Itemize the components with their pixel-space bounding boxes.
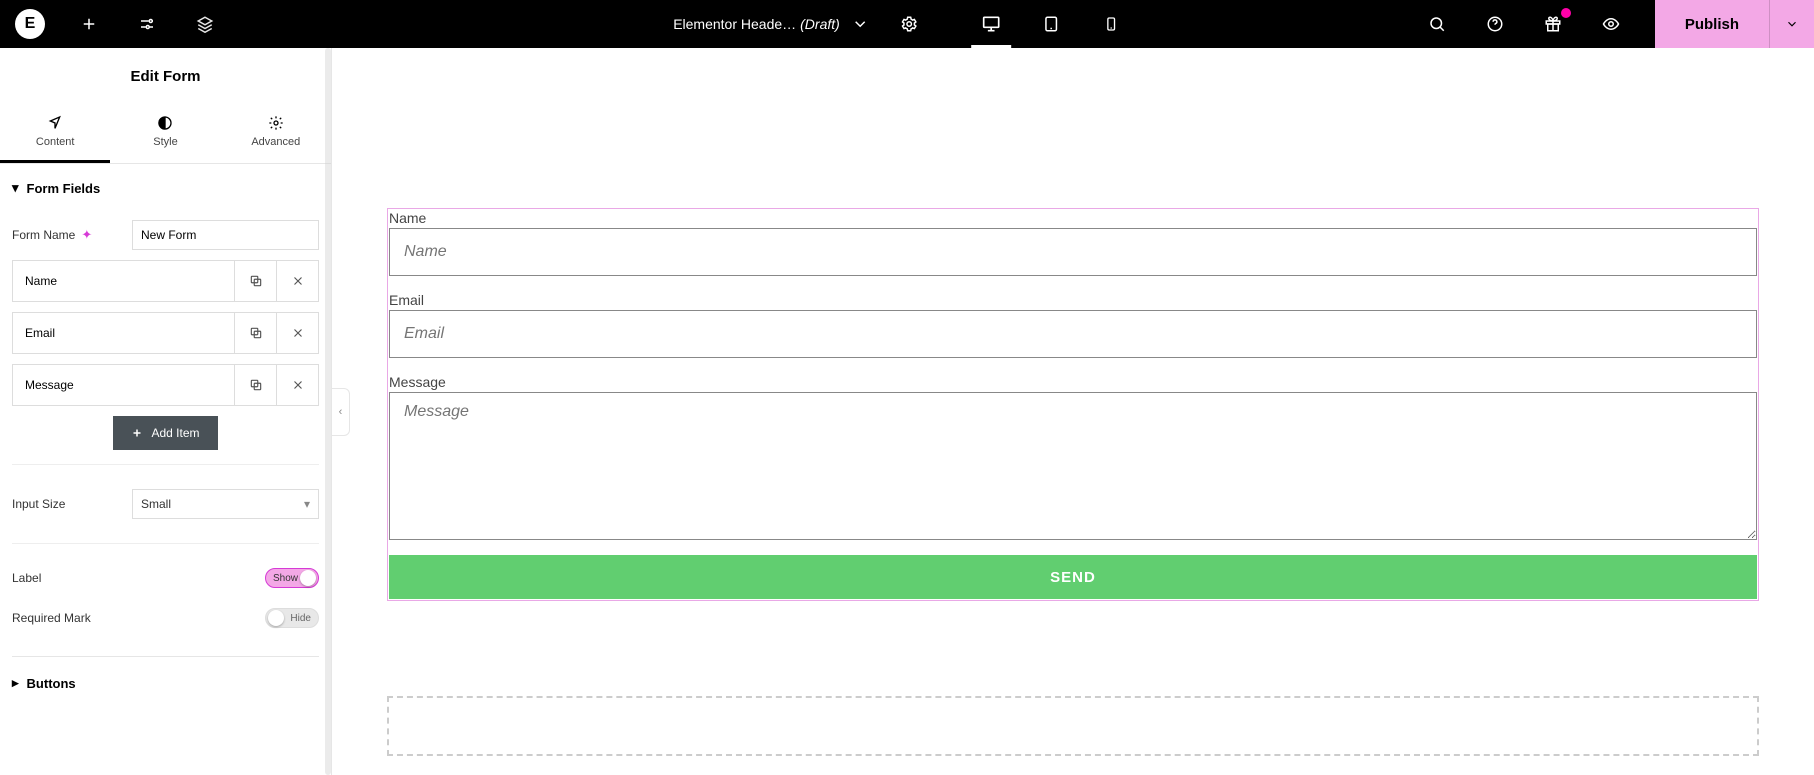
field-item-label: Email xyxy=(13,326,234,340)
close-icon[interactable] xyxy=(276,261,318,301)
tab-label: Content xyxy=(36,136,75,148)
section-buttons[interactable]: ▸Buttons xyxy=(12,656,319,709)
publish-button[interactable]: Publish xyxy=(1655,0,1769,48)
section-label: Buttons xyxy=(27,676,76,691)
elementor-logo[interactable]: E xyxy=(15,9,45,39)
field-label-email: Email xyxy=(389,292,1757,308)
preview-icon[interactable] xyxy=(1599,12,1623,36)
select-value: Small xyxy=(141,497,171,511)
field-label-name: Name xyxy=(389,210,1757,226)
collapse-sidebar-button[interactable]: ‹ xyxy=(332,388,350,436)
field-label-message: Message xyxy=(389,374,1757,390)
form-widget[interactable]: Name Email Message SEND xyxy=(387,208,1759,601)
ai-icon[interactable]: ✦ xyxy=(81,227,92,243)
add-icon[interactable] xyxy=(77,12,101,36)
gear-icon[interactable] xyxy=(897,12,921,36)
duplicate-icon[interactable] xyxy=(234,365,276,405)
field-item-label: Name xyxy=(13,274,234,288)
help-icon[interactable] xyxy=(1483,12,1507,36)
email-input[interactable] xyxy=(389,310,1757,358)
input-size-select[interactable]: Small xyxy=(132,489,319,519)
tab-advanced[interactable]: Advanced xyxy=(221,105,331,163)
add-item-label: Add Item xyxy=(151,426,199,440)
top-bar: E Elementor Heade… (Draft) Publish xyxy=(0,0,1814,48)
input-size-label: Input Size xyxy=(12,497,132,511)
chevron-down-icon[interactable] xyxy=(848,12,872,36)
field-item-name[interactable]: Name xyxy=(12,260,319,302)
panel-title: Edit Form xyxy=(0,48,331,105)
field-item-email[interactable]: Email xyxy=(12,312,319,354)
tab-content[interactable]: Content xyxy=(0,105,110,163)
layers-icon[interactable] xyxy=(193,12,217,36)
message-input[interactable] xyxy=(389,392,1757,540)
close-icon[interactable] xyxy=(276,313,318,353)
form-name-label: Form Name✦ xyxy=(12,227,132,243)
settings-sliders-icon[interactable] xyxy=(135,12,159,36)
document-title-area: Elementor Heade… (Draft) xyxy=(673,0,1141,48)
name-input[interactable] xyxy=(389,228,1757,276)
document-title: Elementor Heade… xyxy=(673,16,796,32)
tab-style[interactable]: Style xyxy=(110,105,220,163)
document-status: (Draft) xyxy=(800,16,840,32)
device-mobile[interactable] xyxy=(1081,0,1141,48)
send-button[interactable]: SEND xyxy=(389,555,1757,599)
add-item-button[interactable]: Add Item xyxy=(113,416,217,450)
device-desktop[interactable] xyxy=(961,0,1021,48)
toggle-text: Show xyxy=(273,573,298,584)
section-label: Form Fields xyxy=(27,181,101,196)
required-mark-toggle[interactable]: Hide xyxy=(265,608,319,628)
drop-zone[interactable] xyxy=(387,696,1759,756)
gift-icon[interactable] xyxy=(1541,12,1565,36)
field-item-label: Message xyxy=(13,378,234,392)
section-form-fields[interactable]: ▾Form Fields xyxy=(12,164,319,210)
notification-dot xyxy=(1561,8,1571,18)
label-label: Label xyxy=(12,571,265,585)
publish-options[interactable] xyxy=(1769,0,1814,48)
tab-label: Advanced xyxy=(251,136,300,148)
editor-sidebar: Edit Form Content Style Advanced ▾Form F… xyxy=(0,48,332,775)
duplicate-icon[interactable] xyxy=(234,313,276,353)
close-icon[interactable] xyxy=(276,365,318,405)
canvas: Name Email Message SEND xyxy=(332,48,1814,775)
tab-label: Style xyxy=(153,136,177,148)
field-item-message[interactable]: Message xyxy=(12,364,319,406)
toggle-text: Hide xyxy=(290,613,311,624)
form-name-input[interactable] xyxy=(132,220,319,250)
sidebar-scrollbar[interactable] xyxy=(325,48,331,775)
required-mark-label: Required Mark xyxy=(12,611,265,625)
search-icon[interactable] xyxy=(1425,12,1449,36)
duplicate-icon[interactable] xyxy=(234,261,276,301)
device-tablet[interactable] xyxy=(1021,0,1081,48)
label-toggle[interactable]: Show xyxy=(265,568,319,588)
